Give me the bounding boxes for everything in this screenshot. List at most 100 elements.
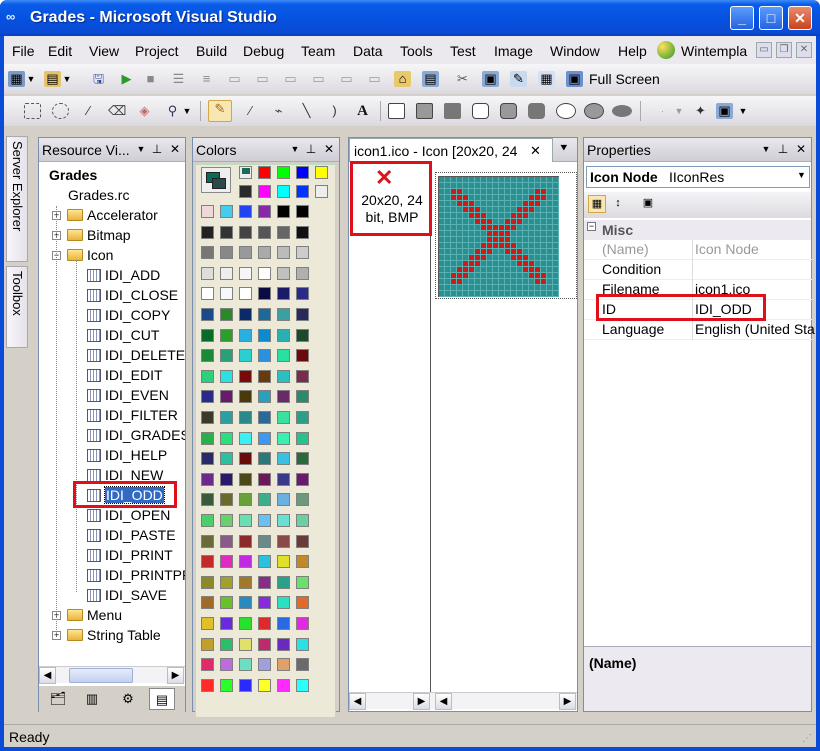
color-swatch[interactable] bbox=[277, 266, 290, 280]
color-swatch[interactable] bbox=[277, 328, 290, 342]
new-image-type-icon[interactable]: ▣ bbox=[716, 103, 733, 119]
color-swatch[interactable] bbox=[277, 637, 290, 651]
color-swatch[interactable] bbox=[201, 596, 214, 610]
color-swatch[interactable] bbox=[277, 555, 290, 569]
panel-menu-icon[interactable]: ▼ bbox=[133, 141, 149, 157]
document-tab-close-icon[interactable]: ✕ bbox=[530, 143, 541, 159]
tree-root-grades[interactable]: Grades bbox=[39, 166, 185, 186]
class-view-tab-icon[interactable]: ▥ bbox=[79, 688, 105, 710]
color-swatch[interactable] bbox=[277, 493, 290, 507]
color-swatch[interactable] bbox=[220, 617, 233, 630]
align-icon[interactable]: ☰ bbox=[170, 71, 187, 87]
color-swatch[interactable] bbox=[201, 308, 214, 321]
color-swatch[interactable] bbox=[296, 205, 309, 218]
tree-icon-idi-paste[interactable]: IDI_PASTE bbox=[39, 526, 185, 546]
scroll-right-icon[interactable]: ▶ bbox=[167, 667, 184, 684]
color-swatch[interactable] bbox=[239, 266, 252, 280]
tree-folder-icon[interactable]: − Icon bbox=[39, 246, 185, 266]
tree-icon-idi-open[interactable]: IDI_OPEN bbox=[39, 506, 185, 526]
color-swatch[interactable] bbox=[258, 266, 271, 280]
screen-color-icon[interactable] bbox=[239, 166, 252, 179]
hotspot-icon[interactable]: ✦ bbox=[692, 103, 709, 119]
color-swatch[interactable] bbox=[296, 328, 309, 342]
menu-project[interactable]: Project bbox=[135, 43, 179, 59]
object-selector[interactable]: Icon Node IIconRes ▼ bbox=[586, 166, 810, 188]
color-swatch[interactable] bbox=[201, 287, 214, 301]
auto-hide-pin-icon[interactable]: ⊥ bbox=[775, 141, 791, 157]
format-icon[interactable]: ≡ bbox=[198, 71, 215, 87]
color-swatch[interactable] bbox=[296, 678, 309, 692]
color-swatch[interactable] bbox=[277, 514, 290, 527]
color-swatch[interactable] bbox=[277, 390, 290, 404]
chevron-down-icon[interactable]: ▼ bbox=[797, 170, 806, 180]
scroll-right-icon[interactable]: ▶ bbox=[413, 693, 430, 710]
scroll-left-icon[interactable]: ◀ bbox=[349, 693, 366, 710]
color-swatch[interactable] bbox=[220, 369, 233, 383]
color-swatch[interactable] bbox=[220, 266, 233, 280]
color-swatch[interactable] bbox=[277, 411, 290, 424]
lasso-select-icon[interactable] bbox=[52, 103, 69, 119]
full-screen-icon[interactable]: ▣ bbox=[566, 71, 583, 87]
color-swatch[interactable] bbox=[277, 369, 290, 383]
color-swatch[interactable] bbox=[277, 596, 290, 610]
color-swatch[interactable] bbox=[220, 534, 233, 548]
color-swatch[interactable] bbox=[277, 617, 290, 630]
color-swatch[interactable] bbox=[315, 185, 328, 198]
color-swatch[interactable] bbox=[220, 308, 233, 321]
color-swatch[interactable] bbox=[220, 205, 233, 218]
category-misc[interactable]: − Misc bbox=[584, 220, 811, 240]
color-swatch[interactable] bbox=[258, 534, 271, 548]
mdi-restore-button[interactable]: ❐ bbox=[776, 42, 792, 58]
rectangle-filled-icon[interactable] bbox=[444, 103, 461, 119]
color-swatch[interactable] bbox=[296, 349, 309, 363]
color-swatch[interactable] bbox=[258, 205, 271, 218]
color-swatch[interactable] bbox=[239, 514, 252, 527]
color-swatch[interactable] bbox=[258, 637, 271, 651]
tb-placeholder-6-icon[interactable]: ▭ bbox=[366, 71, 383, 87]
color-swatch[interactable] bbox=[258, 431, 271, 445]
menu-help[interactable]: Help bbox=[618, 43, 647, 59]
resource-view-tab-icon[interactable]: ▤ bbox=[149, 688, 175, 710]
color-swatch[interactable] bbox=[296, 287, 309, 301]
color-swatch[interactable] bbox=[201, 637, 214, 651]
menu-data[interactable]: Data bbox=[353, 43, 383, 59]
rect-select-icon[interactable] bbox=[24, 103, 41, 119]
tb-placeholder-2-icon[interactable]: ▭ bbox=[254, 71, 271, 87]
maximize-button[interactable]: □ bbox=[759, 6, 783, 30]
document-dropdown-icon[interactable]: ⯆ bbox=[559, 141, 569, 156]
new-project-icon[interactable]: ▦ bbox=[8, 71, 25, 87]
categorized-icon[interactable]: ▦ bbox=[588, 195, 606, 213]
scroll-thumb[interactable] bbox=[69, 668, 133, 683]
wintempla-tool-icon[interactable]: ✎ bbox=[510, 71, 527, 87]
menu-tools[interactable]: Tools bbox=[400, 43, 433, 59]
tree-icon-idi-delete[interactable]: IDI_DELETE bbox=[39, 346, 185, 366]
color-swatch[interactable] bbox=[220, 596, 233, 610]
brush-size-icon[interactable]: · bbox=[654, 103, 671, 119]
zoom-icon[interactable]: ⚲ bbox=[164, 103, 181, 119]
mdi-close-button[interactable]: ✕ bbox=[796, 42, 812, 58]
color-swatch[interactable] bbox=[296, 369, 309, 383]
color-swatch[interactable] bbox=[277, 205, 290, 218]
color-swatch[interactable] bbox=[239, 246, 252, 260]
save-all-icon[interactable]: 🖫 bbox=[90, 71, 107, 87]
current-color-monitor-icon[interactable] bbox=[201, 167, 231, 193]
color-swatch[interactable] bbox=[239, 534, 252, 548]
color-swatch[interactable] bbox=[296, 431, 309, 445]
color-swatch[interactable] bbox=[296, 514, 309, 527]
resource-tree[interactable]: Grades −Grades.rc+Accelerator+Bitmap−Icon… bbox=[39, 162, 185, 666]
server-explorer-tab[interactable]: Server Explorer bbox=[6, 136, 28, 262]
color-swatch[interactable] bbox=[258, 452, 271, 466]
color-swatch[interactable] bbox=[277, 308, 290, 321]
color-swatch[interactable] bbox=[239, 369, 252, 383]
color-swatch[interactable] bbox=[201, 390, 214, 404]
tree-icon-idi-copy[interactable]: IDI_COPY bbox=[39, 306, 185, 326]
tree-icon-idi-even[interactable]: IDI_EVEN bbox=[39, 386, 185, 406]
property-manager-tab-icon[interactable]: ⚙ bbox=[115, 688, 141, 710]
color-swatch[interactable] bbox=[239, 493, 252, 507]
color-swatch[interactable] bbox=[239, 637, 252, 651]
resource-view-icon[interactable]: ⌂ bbox=[394, 71, 411, 87]
property-row-name[interactable]: (Name) Icon Node bbox=[584, 240, 812, 260]
color-swatch[interactable] bbox=[220, 328, 233, 342]
color-swatch[interactable] bbox=[220, 555, 233, 569]
panel-menu-icon[interactable]: ▼ bbox=[758, 141, 774, 157]
